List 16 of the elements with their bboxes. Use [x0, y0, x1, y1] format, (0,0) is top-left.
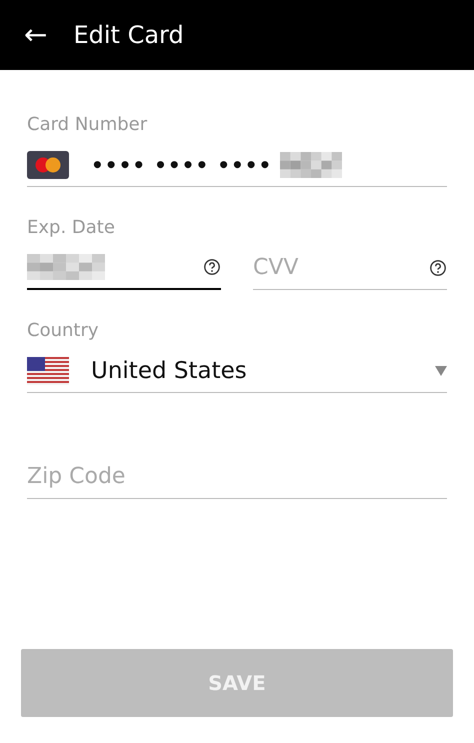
field-label: Exp. Date — [27, 217, 116, 238]
back-button[interactable]: ← — [24, 21, 48, 49]
flag-icon — [27, 356, 69, 384]
card-brand-icon — [27, 150, 69, 178]
country-dropdown[interactable]: United States — [27, 349, 447, 393]
help-icon[interactable] — [429, 258, 447, 276]
country-value: United States — [91, 358, 247, 384]
caret-icon — [435, 366, 447, 376]
window-title: Edit Card — [73, 21, 184, 49]
field-label: Country — [27, 320, 100, 341]
zip-code-field[interactable]: Zip Code — [27, 464, 447, 489]
help-icon[interactable] — [203, 258, 221, 276]
field-label: Card Number — [27, 114, 148, 135]
masked-card-number: •••• •••• •••• — [91, 152, 272, 176]
cvv-field[interactable]: CVV — [253, 255, 421, 280]
card-number-field[interactable]: •••• •••• •••• — [27, 143, 447, 187]
